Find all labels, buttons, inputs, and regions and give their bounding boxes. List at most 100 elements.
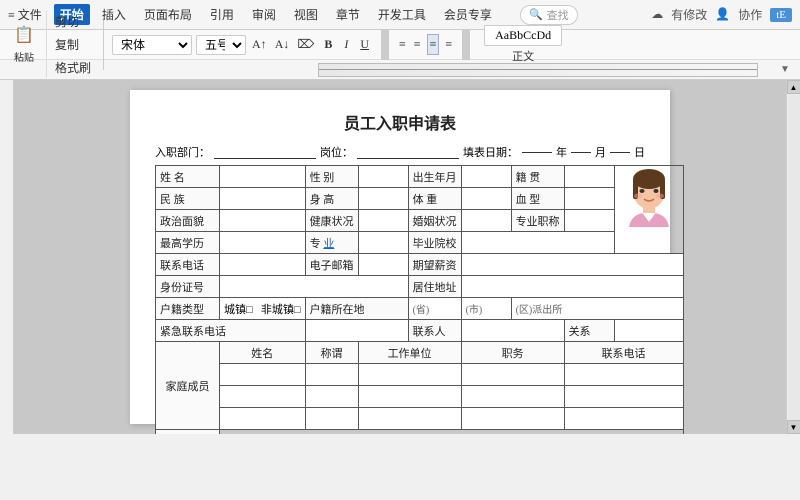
relation-value[interactable] — [614, 320, 683, 342]
fam-company-2[interactable] — [358, 386, 461, 408]
dob-value[interactable] — [461, 166, 511, 188]
marriage-value[interactable] — [461, 210, 511, 232]
font-decrease-btn[interactable]: A↓ — [273, 35, 292, 54]
fam-name-3[interactable] — [220, 408, 306, 430]
scrollbar-right[interactable]: ▲ ▼ — [786, 80, 800, 434]
fam-name-1[interactable] — [220, 364, 306, 386]
modified-status: 有修改 — [671, 6, 707, 23]
hukou-place-label: 户籍所在地 — [305, 298, 408, 320]
align-justify-btn[interactable]: ≡ — [443, 35, 454, 54]
avatar-cell — [614, 166, 683, 254]
ethnicity-value[interactable] — [220, 188, 306, 210]
height-value[interactable] — [358, 188, 408, 210]
font-name-select[interactable]: 宋体 — [112, 35, 192, 55]
skills-value[interactable]: 计算机水平： 外语：语种 级别 其他技能： — [220, 430, 684, 435]
title-label: 专业职称 — [511, 210, 564, 232]
italic-btn[interactable]: I — [340, 35, 352, 54]
table-row: 家庭成员 姓名 称谓 工作单位 职务 联系电话 — [156, 342, 684, 364]
fam-position-header: 职务 — [461, 342, 564, 364]
blood-value[interactable] — [564, 188, 614, 210]
fam-pos-1[interactable] — [461, 364, 564, 386]
day-label: 日 — [634, 144, 645, 160]
fam-pos-3[interactable] — [461, 408, 564, 430]
menu-review[interactable]: 审阅 — [246, 4, 282, 25]
contact-value[interactable] — [461, 320, 564, 342]
email-value[interactable] — [358, 254, 408, 276]
contact-label: 联系人 — [408, 320, 461, 342]
paste-btn[interactable]: 📋 粘贴 — [6, 21, 42, 68]
fam-rel-2[interactable] — [305, 386, 358, 408]
id-value[interactable] — [220, 276, 409, 298]
table-row: 户籍类型 城镇□ 非城镇□ 户籍所在地 (省) (市) (区)派出所 — [156, 298, 684, 320]
menu-dev[interactable]: 开发工具 — [372, 4, 432, 25]
salary-value[interactable] — [461, 254, 683, 276]
nonurban-option: 非城镇□ — [261, 304, 301, 316]
fam-phone-3[interactable] — [564, 408, 683, 430]
political-value[interactable] — [220, 210, 306, 232]
edu-value[interactable] — [220, 232, 306, 254]
format-paint-btn[interactable]: 格式刷 — [51, 57, 95, 78]
cut-btn[interactable]: 剪切 — [51, 11, 95, 32]
user-avatar[interactable]: tE — [770, 8, 792, 22]
table-row: 技能特长及爱好 计算机水平： 外语：语种 级别 其他技能： — [156, 430, 684, 435]
title-bar: ≡ 文件 开始 插入 页面布局 引用 审阅 视图 章节 开发工具 会员专享 🔍 … — [0, 0, 800, 30]
hukou-district[interactable]: (区)派出所 — [511, 298, 683, 320]
bold-btn[interactable]: B — [320, 35, 336, 54]
style-sample[interactable]: AaBbCcDd — [484, 25, 562, 46]
collab-icon: 👤 — [715, 7, 730, 22]
menu-layout[interactable]: 页面布局 — [138, 4, 198, 25]
ruler-arrow: ▼ — [778, 64, 792, 75]
menu-view[interactable]: 视图 — [288, 4, 324, 25]
underline-btn[interactable]: U — [356, 35, 373, 54]
menu-insert[interactable]: 插入 — [96, 4, 132, 25]
hukou-province[interactable]: (省) — [408, 298, 461, 320]
gender-value[interactable] — [358, 166, 408, 188]
clipboard-group: 剪切 复制 格式刷 — [46, 11, 95, 78]
major-value[interactable] — [358, 232, 408, 254]
fam-phone-1[interactable] — [564, 364, 683, 386]
main-area: 员工入职申请表 入职部门： 岗位： 填表日期： 年 月 日 姓 名 — [0, 80, 800, 434]
fam-phone-2[interactable] — [564, 386, 683, 408]
fam-name-2[interactable] — [220, 386, 306, 408]
align-center-btn[interactable]: ≡ — [412, 35, 423, 54]
fam-company-1[interactable] — [358, 364, 461, 386]
scroll-up-btn[interactable]: ▲ — [787, 80, 800, 94]
school-value[interactable] — [461, 232, 614, 254]
align-left-btn[interactable]: ≡ — [397, 35, 408, 54]
table-row: 姓 名 性 别 出生年月 籍 贯 — [156, 166, 684, 188]
menu-chapter[interactable]: 章节 — [330, 4, 366, 25]
fam-company-3[interactable] — [358, 408, 461, 430]
name-value[interactable] — [220, 166, 306, 188]
emergency-value[interactable] — [305, 320, 408, 342]
phone-value[interactable] — [220, 254, 306, 276]
form-table: 姓 名 性 别 出生年月 籍 贯 — [155, 165, 684, 434]
residence-value[interactable] — [461, 276, 683, 298]
doc-page: 员工入职申请表 入职部门： 岗位： 填表日期： 年 月 日 姓 名 — [130, 90, 670, 424]
table-row — [156, 408, 684, 430]
fam-rel-3[interactable] — [305, 408, 358, 430]
native-value[interactable] — [564, 166, 614, 188]
hukou-type-value[interactable]: 城镇□ 非城镇□ — [220, 298, 306, 320]
major-link[interactable]: 业 — [323, 238, 334, 250]
clear-format-btn[interactable]: ⌦ — [295, 35, 316, 54]
weight-value[interactable] — [461, 188, 511, 210]
fam-phone-header: 联系电话 — [564, 342, 683, 364]
align-right-btn[interactable]: ≡ — [427, 34, 440, 55]
urban-option: 城镇□ — [224, 304, 253, 316]
scroll-down-btn[interactable]: ▼ — [787, 420, 800, 434]
health-value[interactable] — [358, 210, 408, 232]
edu-label: 最高学历 — [156, 232, 220, 254]
fam-rel-1[interactable] — [305, 364, 358, 386]
menu-ref[interactable]: 引用 — [204, 4, 240, 25]
copy-btn[interactable]: 复制 — [51, 34, 95, 55]
fam-company-header: 工作单位 — [358, 342, 461, 364]
font-increase-btn[interactable]: A↑ — [250, 35, 269, 54]
weight-label: 体 重 — [408, 188, 461, 210]
dept-label: 入职部门： — [155, 144, 210, 160]
hukou-city[interactable]: (市) — [461, 298, 511, 320]
font-size-select[interactable]: 五号 — [196, 35, 246, 55]
title-value[interactable] — [564, 210, 614, 232]
fam-pos-2[interactable] — [461, 386, 564, 408]
top-menu-bar: 开始 插入 页面布局 引用 审阅 视图 章节 开发工具 会员专享 — [54, 4, 498, 25]
ruler-area: ▼ — [0, 60, 800, 80]
